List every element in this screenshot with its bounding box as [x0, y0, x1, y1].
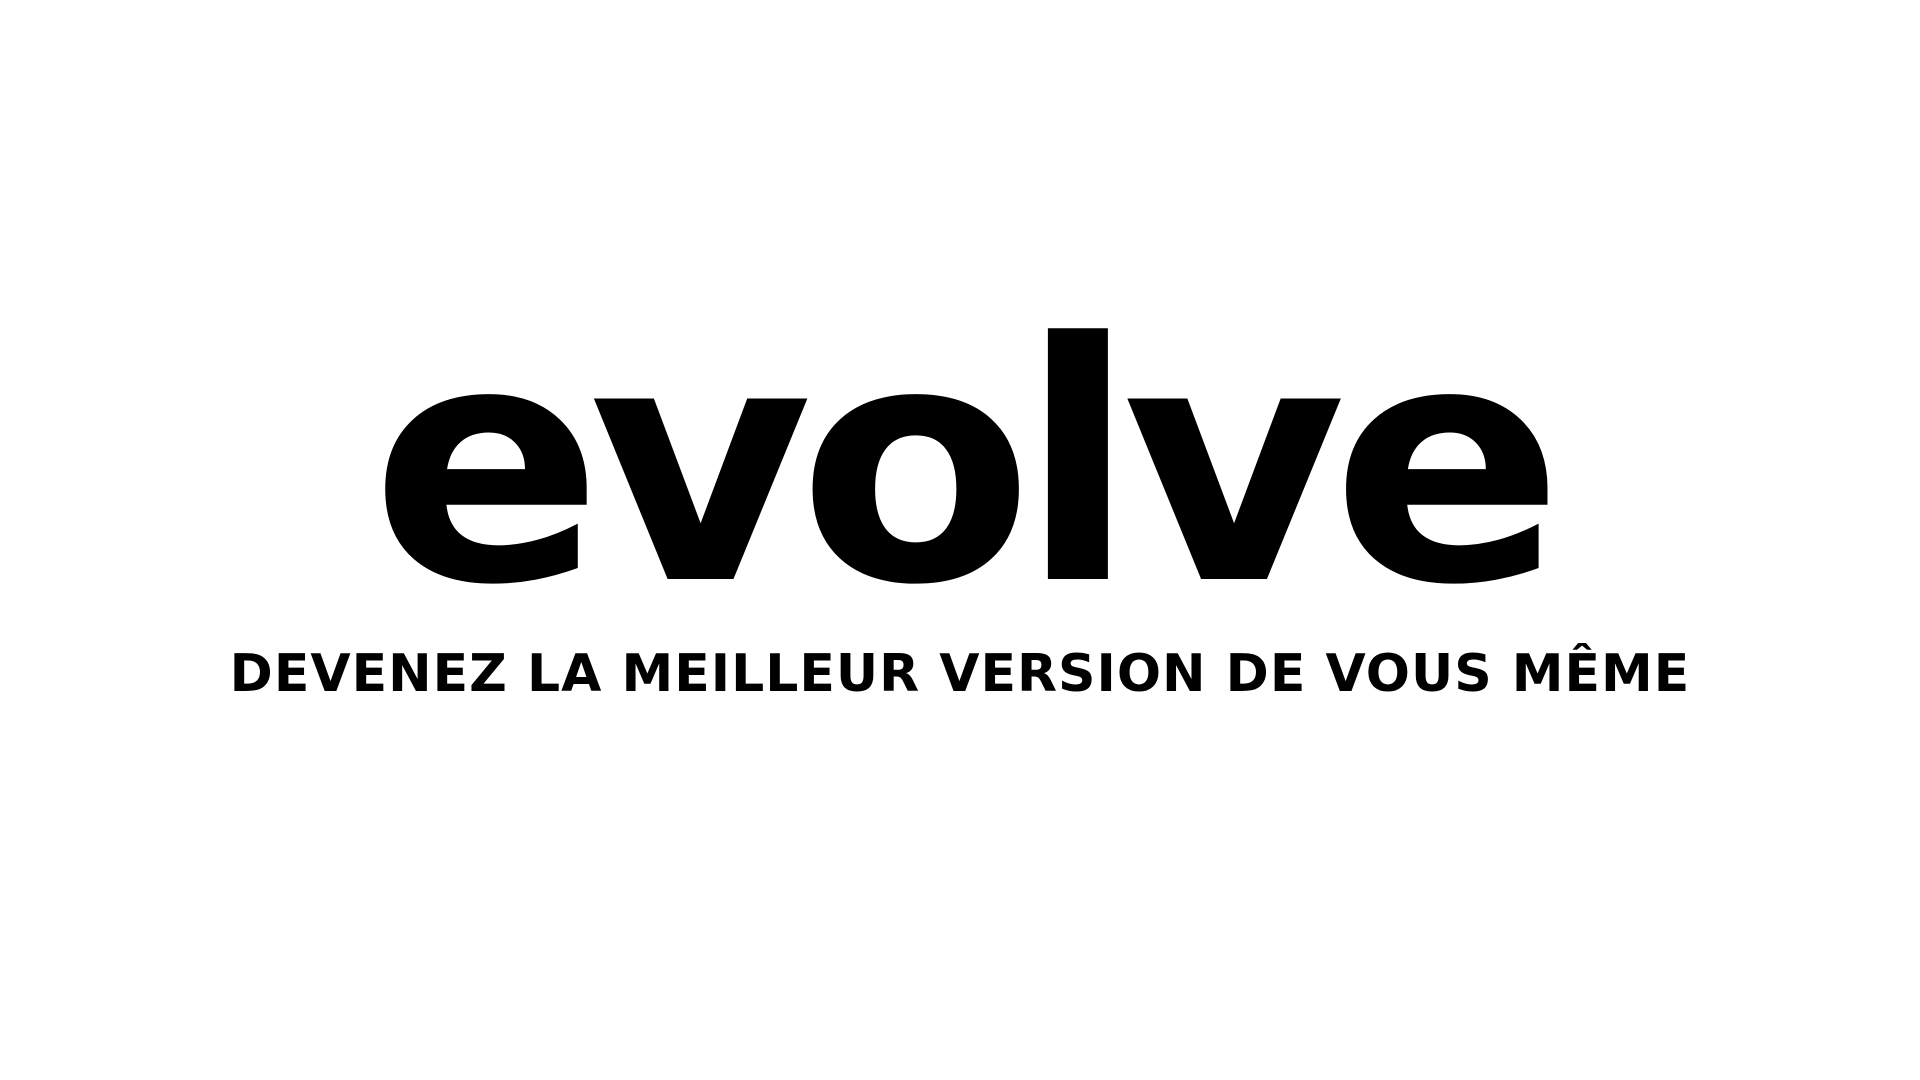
- brand-wordmark: evolve: [370, 273, 1564, 657]
- page-canvas: evolve DEVENEZ LA MEILLEUR VERSION DE VO…: [0, 0, 1920, 1080]
- brand-lockup: evolve DEVENEZ LA MEILLEUR VERSION DE VO…: [0, 300, 1920, 700]
